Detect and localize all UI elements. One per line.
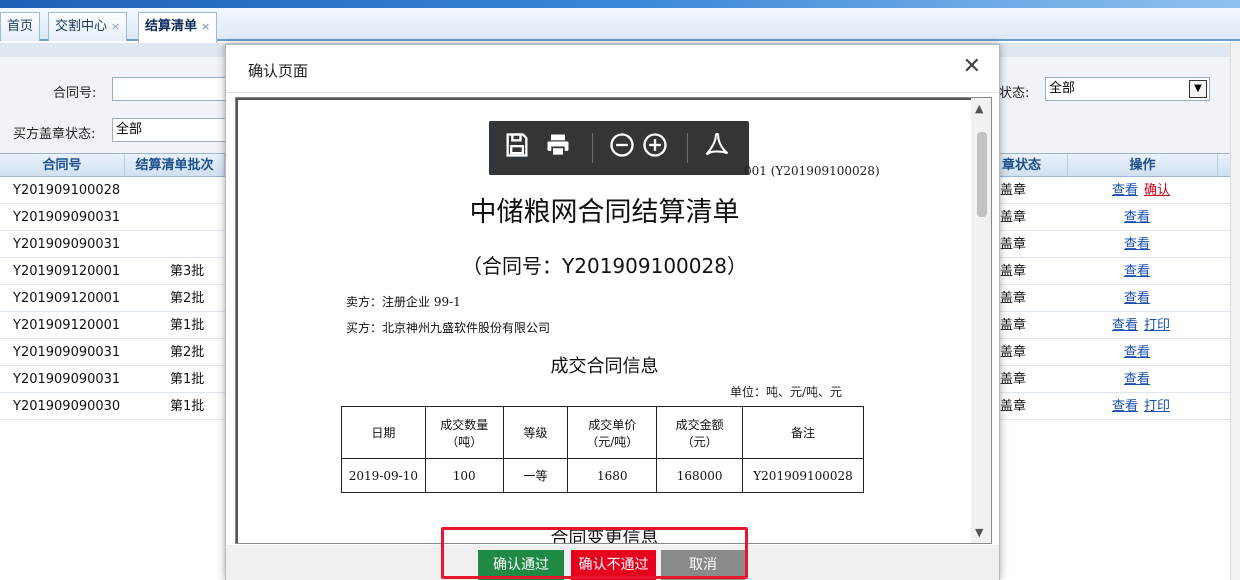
pdf-acrobat-icon[interactable] [703, 131, 731, 159]
chevron-down-icon[interactable]: ▼ [1189, 80, 1207, 98]
dialog-header: 确认页面 ✕ [226, 45, 999, 93]
view-link[interactable]: 查看 [1124, 345, 1150, 360]
button-highlight-box [441, 527, 748, 579]
view-link[interactable]: 查看 [1124, 372, 1150, 387]
pdf-toolbar [489, 121, 749, 175]
contract-number-input[interactable] [112, 77, 242, 101]
zoom-out-icon[interactable] [608, 131, 636, 159]
column-header-batch: 结算清单批次 [125, 154, 225, 178]
column-header-contract: 合同号 [0, 154, 125, 178]
document-subtitle: （合同号：Y201909100028） [462, 254, 747, 278]
view-link[interactable]: 查看 [1112, 183, 1138, 198]
trade-header-amount: 成交金额（元） [656, 406, 744, 459]
window-top-band [0, 0, 1240, 8]
scroll-down-icon[interactable]: ▼ [975, 526, 983, 539]
column-header-actions: 操作 [1068, 154, 1218, 178]
close-icon[interactable]: × [111, 20, 120, 33]
tab-delivery-center[interactable]: 交割中心 × [48, 12, 128, 41]
tab-home[interactable]: 首页 [0, 12, 41, 41]
view-link[interactable]: 查看 [1112, 399, 1138, 414]
seller-line: 卖方：注册企业 99-1 [346, 295, 461, 309]
buyer-line: 买方：北京神州九盛软件股份有限公司 [346, 321, 551, 335]
section-title-trade-info: 成交合同信息 [550, 356, 659, 377]
trade-header-quantity: 成交数量（吨） [424, 406, 504, 459]
status-label: 状态: [999, 86, 1030, 101]
table-row: 2019-09-10 100 一等 1680 168000 Y201909100… [341, 458, 864, 493]
confirm-link[interactable]: 确认 [1144, 183, 1170, 198]
pdf-page: 001 (Y201909100028) 中储粮网合同结算清单 （合同号：Y201… [238, 100, 971, 543]
save-icon[interactable] [503, 131, 531, 159]
print-link[interactable]: 打印 [1144, 399, 1170, 414]
trade-header-date: 日期 [341, 406, 426, 459]
status-select[interactable]: 全部 ▼ [1045, 77, 1210, 101]
unit-note: 单位：吨、元/吨、元 [730, 385, 843, 399]
pdf-scrollbar[interactable]: ▲ ▼ [971, 98, 991, 543]
trade-header-unit-price: 成交单价（元/吨） [567, 406, 658, 459]
tab-bar: 首页 交割中心 × 结算清单 × [0, 8, 1240, 43]
column-header-seal-status: 章状态 [1000, 154, 1068, 178]
dialog-title: 确认页面 [248, 62, 309, 80]
view-link[interactable]: 查看 [1124, 237, 1150, 252]
view-link[interactable]: 查看 [1124, 264, 1150, 279]
print-icon[interactable] [544, 131, 572, 159]
print-link[interactable]: 打印 [1144, 318, 1170, 333]
view-link[interactable]: 查看 [1112, 318, 1138, 333]
pdf-scroll-thumb[interactable] [977, 132, 987, 217]
document-title: 中储粮网合同结算清单 [469, 197, 740, 228]
confirm-dialog: 确认页面 ✕ 001 (Y201909100028) 中储粮网合同结算清单 （合… [225, 44, 1000, 580]
document-reference: 001 (Y201909100028) [744, 164, 880, 178]
trade-header-remark: 备注 [742, 406, 864, 459]
buyer-seal-status-select[interactable]: 全部 [112, 118, 242, 142]
contract-number-label: 合同号: [53, 86, 97, 101]
close-icon[interactable]: ✕ [963, 56, 981, 78]
toolbar-separator [687, 133, 688, 163]
close-icon[interactable]: × [201, 20, 210, 33]
trade-table: 日期 成交数量（吨） 等级 成交单价（元/吨） 成交金额（元） 备注 2019-… [341, 406, 864, 493]
toolbar-separator [592, 133, 593, 163]
zoom-in-icon[interactable] [641, 131, 669, 159]
tab-settlement-list[interactable]: 结算清单 × [138, 12, 218, 43]
pdf-viewer: 001 (Y201909100028) 中储粮网合同结算清单 （合同号：Y201… [235, 97, 992, 544]
scroll-up-icon[interactable]: ▲ [975, 102, 983, 115]
view-link[interactable]: 查看 [1124, 291, 1150, 306]
trade-header-grade: 等级 [502, 406, 569, 459]
view-link[interactable]: 查看 [1124, 210, 1150, 225]
page-scrollbar[interactable] [1230, 41, 1240, 580]
buyer-seal-status-label: 买方盖章状态: [13, 127, 96, 142]
